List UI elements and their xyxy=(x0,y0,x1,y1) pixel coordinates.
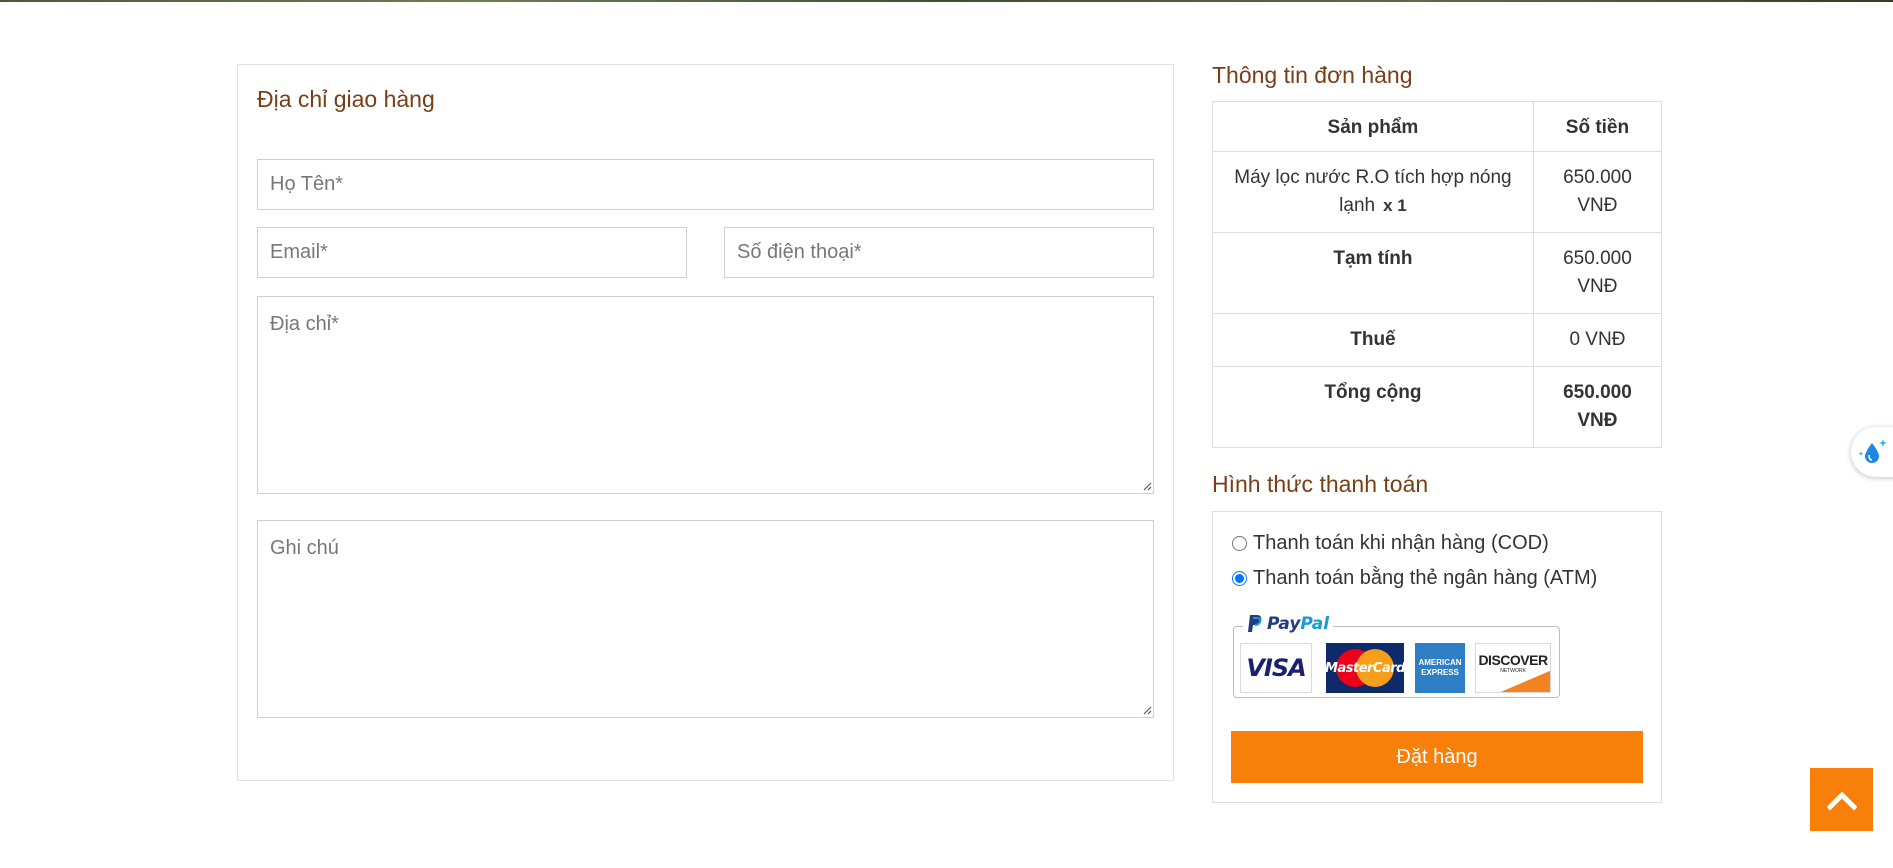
paypal-p-icon xyxy=(1248,615,1262,632)
header-amount: Số tiền xyxy=(1532,101,1663,152)
table-header-row: Sản phẩm Số tiền xyxy=(1212,101,1663,152)
resize-grip-icon[interactable] xyxy=(1142,481,1152,491)
header-product: Sản phẩm xyxy=(1212,101,1534,152)
order-info-title: Thông tin đơn hàng xyxy=(1212,62,1413,88)
product-name: Máy lọc nước R.O tích hợp nóng lạnh xyxy=(1234,167,1512,216)
paypal-word-pay: Pay xyxy=(1267,614,1301,634)
subtotal-label: Tạm tính xyxy=(1212,232,1534,314)
resize-grip-icon[interactable] xyxy=(1142,705,1152,715)
shipping-title: Địa chỉ giao hàng xyxy=(257,86,435,112)
email-input[interactable] xyxy=(257,227,687,278)
mastercard-text: MasterCard xyxy=(1326,660,1404,676)
payment-option-atm[interactable]: Thanh toán bằng thẻ ngân hàng (ATM) xyxy=(1230,567,1597,590)
table-row: Tổng cộng 650.000 VNĐ xyxy=(1212,366,1663,448)
chevron-up-icon xyxy=(1826,790,1857,811)
amex-text-bottom: EXPRESS xyxy=(1421,668,1459,677)
table-row: Máy lọc nước R.O tích hợp nóng lạnh x 1 6… xyxy=(1212,151,1663,233)
product-qty: x 1 xyxy=(1383,196,1407,215)
table-row: Thuế 0 VNĐ xyxy=(1212,313,1663,367)
visa-text: VISA xyxy=(1246,654,1306,682)
discover-sub-text: NETWORK xyxy=(1500,668,1526,674)
total-label: Tổng cộng xyxy=(1212,366,1534,448)
table-row: Tạm tính 650.000 VNĐ xyxy=(1212,232,1663,314)
paypal-logo: PayPal xyxy=(1243,614,1334,634)
amex-card-icon: AMERICAN EXPRESS xyxy=(1415,643,1465,693)
mastercard-icon: MasterCard xyxy=(1326,643,1404,693)
scroll-to-top-button[interactable] xyxy=(1810,768,1873,831)
phone-input[interactable] xyxy=(724,227,1154,278)
total-value: 650.000 VNĐ xyxy=(1532,366,1663,448)
full-name-input[interactable] xyxy=(257,159,1154,210)
subtotal-value: 650.000 VNĐ xyxy=(1532,232,1663,314)
water-drop-sparkle-icon xyxy=(1858,439,1887,463)
cod-radio[interactable] xyxy=(1232,536,1247,551)
top-banner-strip xyxy=(0,0,1893,2)
place-order-button[interactable]: Đặt hàng xyxy=(1231,731,1643,783)
address-textarea[interactable] xyxy=(257,296,1154,494)
paypal-word-pal: Pal xyxy=(1300,614,1330,634)
cod-label: Thanh toán khi nhận hàng (COD) xyxy=(1253,532,1549,554)
discover-card-icon: DISCOVER NETWORK xyxy=(1475,643,1551,693)
tax-label: Thuế xyxy=(1212,313,1534,367)
atm-radio[interactable] xyxy=(1232,571,1247,586)
note-textarea[interactable] xyxy=(257,520,1154,718)
discover-text: DISCOVER xyxy=(1478,652,1548,668)
product-price: 650.000 VNĐ xyxy=(1532,151,1663,233)
side-chat-widget[interactable] xyxy=(1851,427,1893,477)
tax-value: 0 VNĐ xyxy=(1532,313,1663,367)
amex-text-top: AMERICAN xyxy=(1418,658,1462,667)
atm-label: Thanh toán bằng thẻ ngân hàng (ATM) xyxy=(1253,567,1598,589)
order-summary-table: Sản phẩm Số tiền Máy lọc nước R.O tích h… xyxy=(1212,101,1663,448)
product-cell: Máy lọc nước R.O tích hợp nóng lạnh x 1 xyxy=(1212,151,1534,233)
payment-option-cod[interactable]: Thanh toán khi nhận hàng (COD) xyxy=(1230,532,1549,555)
payment-method-title: Hình thức thanh toán xyxy=(1212,471,1429,497)
visa-card-icon: VISA xyxy=(1240,643,1312,693)
